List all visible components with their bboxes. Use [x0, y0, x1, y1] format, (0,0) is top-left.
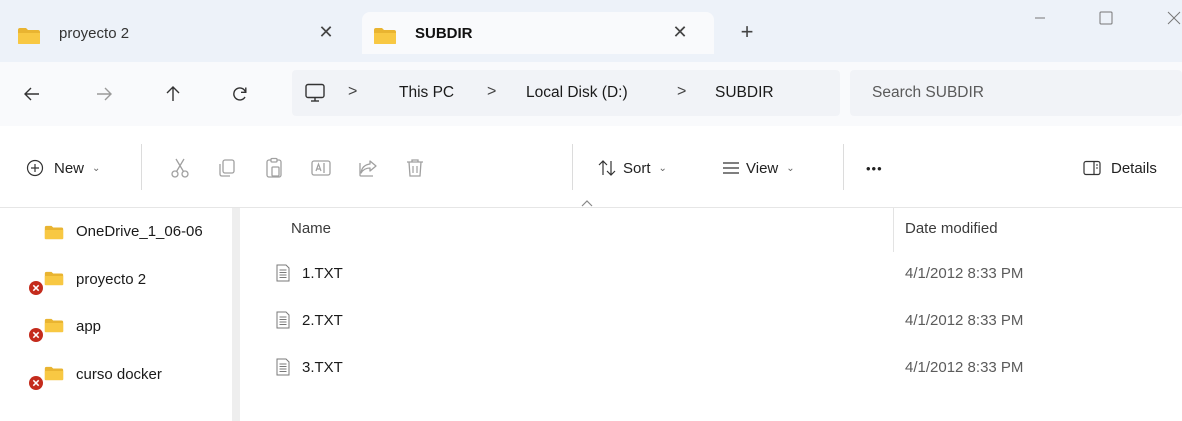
- file-date-modified: 4/1/2012 8:33 PM: [905, 359, 1024, 376]
- file-date-modified: 4/1/2012 8:33 PM: [905, 312, 1024, 329]
- search-input[interactable]: Search SUBDIR: [850, 70, 1182, 116]
- address-bar[interactable]: > This PC > Local Disk (D:) > SUBDIR: [292, 70, 840, 116]
- tab-subdir[interactable]: SUBDIR ✕: [362, 12, 714, 54]
- search-placeholder: Search SUBDIR: [872, 84, 984, 101]
- sidebar-item-curso-docker[interactable]: curso docker: [0, 363, 232, 390]
- sidebar-item-onedrive[interactable]: OneDrive_1_06-06: [0, 220, 232, 244]
- forward-button[interactable]: [90, 80, 118, 108]
- title-bar: proyecto 2 ✕ SUBDIR ✕ +: [0, 0, 1182, 62]
- details-pane-button[interactable]: Details: [1083, 157, 1157, 179]
- sort-ascending-icon: [581, 200, 593, 207]
- text-file-icon: [276, 358, 290, 376]
- command-bar: New ⌄ Sort ⌄ View ⌄ ••• Details: [0, 126, 1182, 208]
- copy-icon[interactable]: [215, 156, 239, 180]
- file-list: Name Date modified 1.TXT 4/1/2012 8:33 P…: [240, 200, 1182, 421]
- delete-icon[interactable]: [403, 156, 427, 180]
- file-name: 3.TXT: [302, 359, 343, 376]
- refresh-button[interactable]: [226, 80, 254, 108]
- arrow-right-icon: [97, 87, 112, 101]
- details-pane-icon: [1083, 160, 1101, 176]
- tab-proyecto-2[interactable]: proyecto 2 ✕: [0, 12, 356, 54]
- maximize-icon[interactable]: [1096, 8, 1116, 28]
- navigation-pane: OneDrive_1_06-06 proyecto 2 app curso do…: [0, 208, 232, 421]
- refresh-icon: [233, 87, 247, 101]
- view-label: View: [746, 159, 779, 177]
- table-row[interactable]: 3.TXT 4/1/2012 8:33 PM: [240, 351, 1182, 387]
- breadcrumb-separator: >: [487, 83, 497, 100]
- new-button[interactable]: New ⌄: [26, 157, 100, 179]
- close-tab-icon[interactable]: ✕: [670, 22, 690, 42]
- view-list-icon: [723, 162, 739, 174]
- error-badge-icon: [29, 376, 43, 390]
- file-name: 2.TXT: [302, 312, 343, 329]
- breadcrumb-subdir[interactable]: SUBDIR: [715, 84, 774, 102]
- folder-icon: [374, 28, 396, 44]
- share-icon[interactable]: [356, 156, 380, 180]
- chevron-down-icon: ⌄: [786, 162, 795, 174]
- arrow-up-icon: [166, 86, 180, 101]
- computer-icon: [305, 83, 325, 102]
- divider: [141, 144, 142, 190]
- sort-icon: [598, 160, 616, 176]
- arrow-left-icon: [24, 87, 39, 101]
- tab-label: proyecto 2: [59, 25, 130, 42]
- file-name: 1.TXT: [302, 265, 343, 282]
- chevron-down-icon: ⌄: [92, 162, 101, 174]
- sidebar-item-proyecto-2[interactable]: proyecto 2: [0, 268, 232, 295]
- new-tab-button[interactable]: +: [735, 20, 759, 44]
- error-badge-icon: [29, 328, 43, 342]
- up-button[interactable]: [159, 80, 187, 108]
- table-row[interactable]: 2.TXT 4/1/2012 8:33 PM: [240, 304, 1182, 340]
- sidebar-item-app[interactable]: app: [0, 315, 232, 342]
- new-label: New: [54, 159, 85, 177]
- back-button[interactable]: [18, 80, 46, 108]
- divider: [572, 144, 573, 190]
- chevron-down-icon: ⌄: [658, 162, 667, 174]
- details-label: Details: [1111, 159, 1157, 177]
- breadcrumb-this-pc[interactable]: This PC: [399, 84, 454, 102]
- address-row: > This PC > Local Disk (D:) > SUBDIR Sea…: [0, 62, 1182, 126]
- breadcrumb-local-disk[interactable]: Local Disk (D:): [526, 84, 628, 102]
- more-icon: •••: [866, 160, 883, 176]
- minimize-icon[interactable]: [1030, 8, 1050, 28]
- view-button[interactable]: View ⌄: [722, 157, 795, 179]
- column-header-name[interactable]: Name: [291, 220, 331, 237]
- text-file-icon: [276, 264, 290, 282]
- file-date-modified: 4/1/2012 8:33 PM: [905, 265, 1024, 282]
- sidebar-item-label: app: [76, 318, 102, 335]
- sidebar-item-label: curso docker: [76, 366, 162, 383]
- column-divider[interactable]: [893, 208, 894, 252]
- close-tab-icon[interactable]: ✕: [316, 22, 336, 42]
- tab-label: SUBDIR: [415, 25, 473, 42]
- table-row[interactable]: 1.TXT 4/1/2012 8:33 PM: [240, 257, 1182, 293]
- sidebar-item-label: OneDrive_1_06-06: [76, 223, 203, 240]
- rename-icon[interactable]: [309, 156, 333, 180]
- text-file-icon: [276, 311, 290, 329]
- sort-button[interactable]: Sort ⌄: [597, 157, 667, 179]
- breadcrumb-separator: >: [677, 83, 687, 100]
- sort-label: Sort: [623, 159, 651, 177]
- cut-icon[interactable]: [168, 156, 192, 180]
- divider: [843, 144, 844, 190]
- column-header-date-modified[interactable]: Date modified: [905, 220, 998, 237]
- folder-icon: [18, 28, 40, 44]
- close-window-icon[interactable]: [1164, 8, 1182, 28]
- pane-splitter[interactable]: [232, 208, 240, 421]
- folder-icon: [44, 271, 64, 286]
- error-badge-icon: [29, 281, 43, 295]
- plus-circle-icon: [26, 159, 44, 177]
- paste-icon[interactable]: [262, 156, 286, 180]
- sidebar-item-label: proyecto 2: [76, 271, 147, 288]
- folder-icon: [44, 225, 64, 240]
- breadcrumb-separator: >: [348, 83, 358, 100]
- folder-icon: [44, 318, 64, 333]
- folder-icon: [44, 366, 64, 381]
- see-more-button[interactable]: •••: [866, 157, 883, 179]
